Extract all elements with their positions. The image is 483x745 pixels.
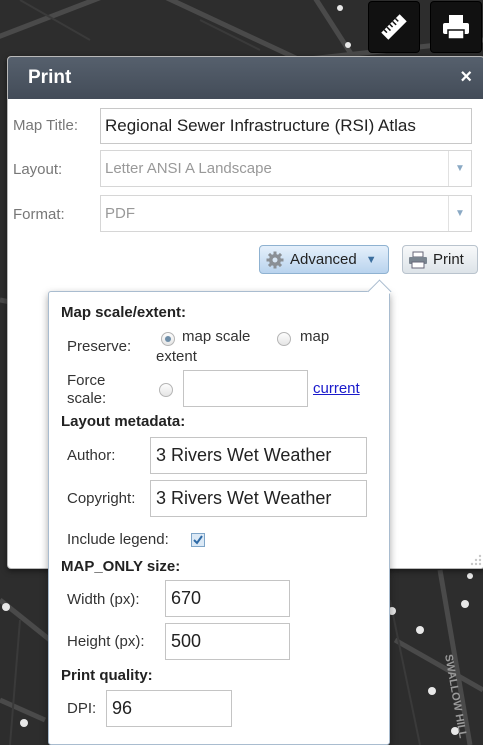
- layout-metadata-heading: Layout metadata:: [61, 413, 186, 430]
- height-input[interactable]: 500: [165, 623, 290, 660]
- layout-select[interactable]: Letter ANSI A Landscape ▼: [100, 150, 472, 187]
- preserve-label: Preserve:: [67, 338, 132, 355]
- printer-icon: [443, 15, 469, 40]
- format-select[interactable]: PDF ▼: [100, 195, 472, 232]
- dpi-input[interactable]: 96: [106, 690, 232, 727]
- width-input[interactable]: 670: [165, 580, 290, 617]
- map-only-size-heading: MAP_ONLY size:: [61, 558, 181, 575]
- dpi-label: DPI:: [67, 700, 97, 717]
- advanced-button[interactable]: Advanced ▼: [259, 245, 389, 274]
- map-scale-heading: Map scale/extent:: [61, 304, 187, 321]
- panel-header: Print ×: [8, 57, 483, 99]
- current-scale-link[interactable]: current: [313, 380, 360, 397]
- preserve-map-extent-radio[interactable]: [277, 332, 291, 346]
- resize-grip-icon[interactable]: [470, 554, 482, 566]
- check-icon: [193, 535, 203, 545]
- copyright-label: Copyright:: [67, 490, 136, 507]
- close-icon[interactable]: ×: [460, 66, 472, 89]
- ruler-icon: [381, 14, 407, 40]
- gear-icon: [266, 251, 284, 268]
- width-label: Width (px):: [67, 591, 140, 608]
- height-label: Height (px):: [67, 633, 145, 650]
- copyright-input[interactable]: 3 Rivers Wet Weather: [150, 480, 367, 517]
- format-select-value: PDF: [105, 205, 135, 222]
- author-input[interactable]: 3 Rivers Wet Weather: [150, 437, 367, 474]
- force-scale-radio[interactable]: [159, 383, 173, 397]
- print-quality-heading: Print quality:: [61, 667, 153, 684]
- map-title-input[interactable]: Regional Sewer Infrastructure (RSI) Atla…: [100, 108, 472, 144]
- printer-icon: [409, 251, 427, 268]
- measure-tool-button[interactable]: [369, 2, 419, 52]
- preserve-map-extent-label-wrap: extent: [156, 348, 197, 365]
- print-tool-button[interactable]: [431, 2, 481, 52]
- chevron-down-icon[interactable]: ▼: [448, 196, 471, 231]
- chevron-down-icon: ▼: [365, 253, 377, 266]
- chevron-down-icon[interactable]: ▼: [448, 151, 471, 186]
- preserve-map-scale-radio[interactable]: [161, 332, 175, 346]
- print-button[interactable]: Print: [402, 245, 478, 274]
- print-label: Print: [433, 251, 464, 268]
- advanced-options-panel: Map scale/extent: Preserve: map scale ma…: [48, 279, 392, 745]
- author-label: Author:: [67, 447, 116, 464]
- include-legend-label: Include legend:: [67, 531, 169, 548]
- force-scale-label: Force: [67, 372, 106, 389]
- preserve-map-extent-label: map: [300, 328, 330, 345]
- layout-select-value: Letter ANSI A Landscape: [105, 160, 272, 177]
- panel-title: Print: [28, 67, 72, 88]
- format-label: Format:: [13, 206, 65, 223]
- force-scale-input[interactable]: [183, 370, 308, 407]
- force-scale-label-wrap: scale:: [67, 390, 107, 407]
- preserve-map-scale-label: map scale: [182, 328, 251, 345]
- advanced-label: Advanced: [290, 251, 357, 268]
- layout-label: Layout:: [13, 161, 63, 178]
- include-legend-checkbox[interactable]: [191, 533, 205, 547]
- map-title-label: Map Title:: [13, 117, 79, 134]
